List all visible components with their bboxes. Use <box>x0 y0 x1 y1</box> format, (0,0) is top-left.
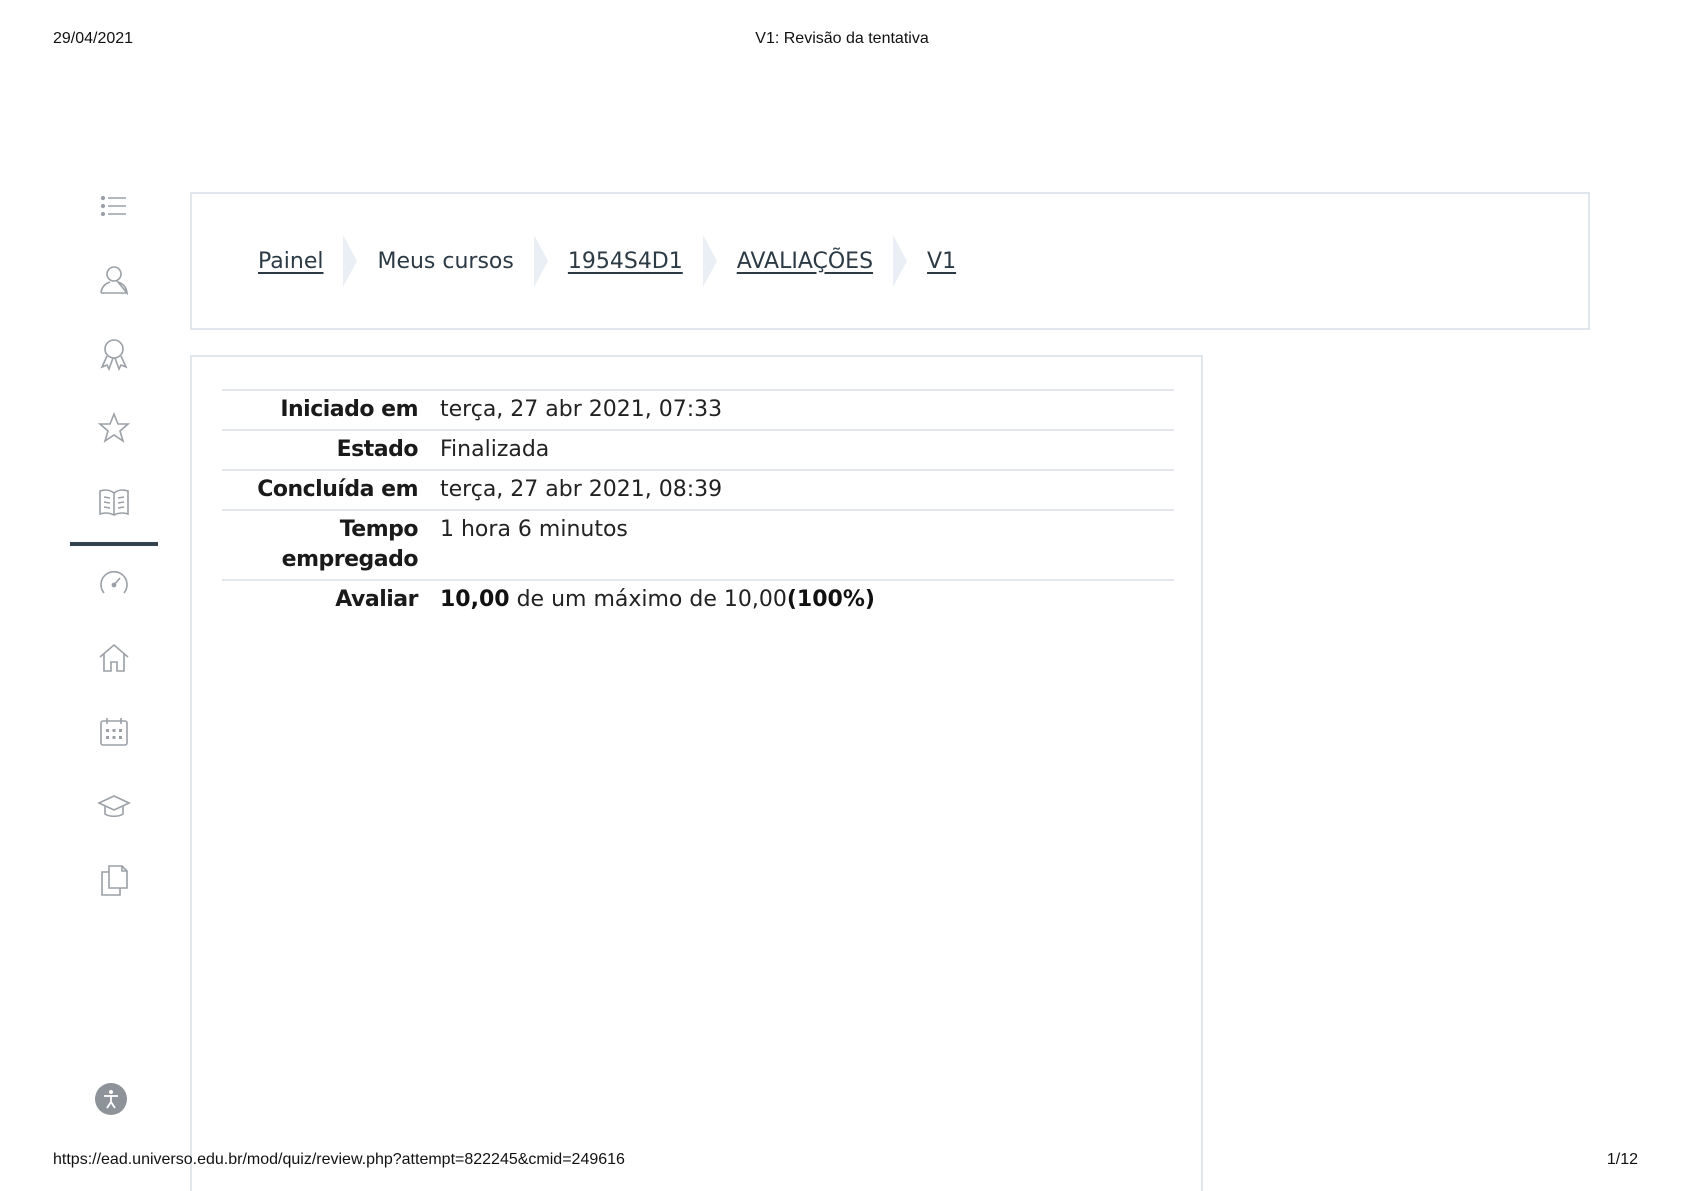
breadcrumb-item-painel[interactable]: Painel <box>258 249 323 274</box>
accessibility-icon[interactable] <box>95 1083 127 1115</box>
breadcrumb-item-v1[interactable]: V1 <box>927 249 956 274</box>
table-row: Avaliar 10,00 de um máximo de 10,00(100%… <box>222 580 1174 619</box>
grade-label: Avaliar <box>335 587 418 612</box>
quiz-review-card: Iniciado em terça, 27 abr 2021, 07:33 Es… <box>190 355 1203 1191</box>
table-row: Iniciado em terça, 27 abr 2021, 07:33 <box>222 390 1174 430</box>
breadcrumb-item-avaliacoes[interactable]: AVALIAÇÕES <box>737 249 873 274</box>
print-title: V1: Revisão da tentativa <box>755 30 929 47</box>
files-icon[interactable] <box>70 858 158 902</box>
grade-percent: (100%) <box>786 587 875 612</box>
print-page: 29/04/2021 V1: Revisão da tentativa Pain… <box>0 0 1684 1191</box>
breadcrumb-separator <box>891 235 908 287</box>
calendar-icon[interactable] <box>70 710 158 754</box>
breadcrumb: Painel Meus cursos 1954S4D1 AVALIAÇÕES V… <box>192 194 956 328</box>
grade-score: 10,00 <box>440 587 510 612</box>
started-label: Iniciado em <box>280 397 418 422</box>
breadcrumb-separator <box>341 235 358 287</box>
book-icon[interactable] <box>70 480 158 524</box>
table-row: Tempo empregado 1 hora 6 minutos <box>222 510 1174 580</box>
print-page-number: 1/12 <box>1606 1151 1638 1168</box>
gauge-icon[interactable] <box>70 562 158 606</box>
table-row: Concluída em terça, 27 abr 2021, 08:39 <box>222 470 1174 510</box>
attempt-summary-table: Iniciado em terça, 27 abr 2021, 07:33 Es… <box>222 389 1174 619</box>
graduation-cap-icon[interactable] <box>70 784 158 828</box>
state-label: Estado <box>336 437 419 462</box>
completed-label: Concluída em <box>257 477 418 502</box>
state-value: Finalizada <box>440 437 550 462</box>
grade-max: de um máximo de 10,00 <box>509 587 787 612</box>
badge-icon[interactable] <box>70 332 158 376</box>
print-url: https://ead.universo.edu.br/mod/quiz/rev… <box>53 1151 625 1168</box>
breadcrumb-panel: Painel Meus cursos 1954S4D1 AVALIAÇÕES V… <box>190 192 1590 330</box>
star-icon[interactable] <box>70 406 158 450</box>
breadcrumb-separator <box>531 235 548 287</box>
started-value: terça, 27 abr 2021, 07:33 <box>440 397 723 422</box>
active-indicator <box>70 542 158 546</box>
breadcrumb-item-course[interactable]: 1954S4D1 <box>568 249 683 274</box>
grade-value: 10,00 de um máximo de 10,00(100%) <box>440 580 1174 619</box>
breadcrumb-separator <box>700 235 717 287</box>
breadcrumb-item-meus-cursos: Meus cursos <box>377 248 514 274</box>
list-icon[interactable] <box>70 184 158 228</box>
completed-value: terça, 27 abr 2021, 08:39 <box>440 477 723 502</box>
time-label: Tempo empregado <box>281 517 419 572</box>
table-row: Estado Finalizada <box>222 430 1174 470</box>
time-value: 1 hora 6 minutos <box>440 517 628 542</box>
user-icon[interactable] <box>70 258 158 302</box>
home-icon[interactable] <box>70 636 158 680</box>
